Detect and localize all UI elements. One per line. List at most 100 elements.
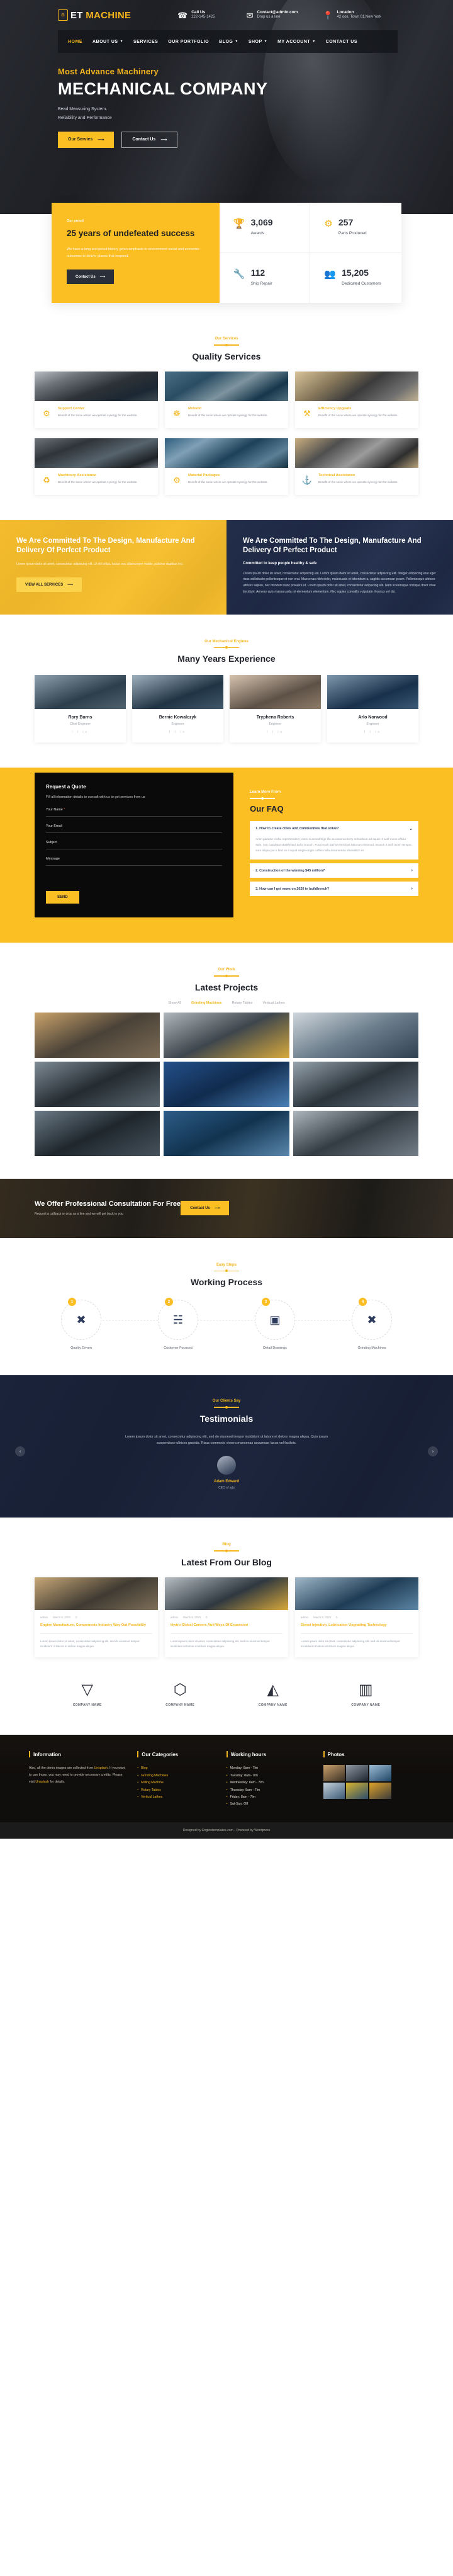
client-logo[interactable]: ▥ COMPANY NAME	[323, 1682, 410, 1708]
footer-photo[interactable]	[323, 1783, 345, 1800]
client-logo[interactable]: ◭ COMPANY NAME	[230, 1682, 316, 1708]
nav-item-our-portfolio[interactable]: OUR PORTFOLIO	[168, 40, 209, 44]
team-member-card[interactable]: Rory Burns Chief Engineer f t in	[35, 675, 126, 743]
your-name-input[interactable]	[46, 816, 223, 817]
blog-post-card[interactable]: admin March 8, 2020 0 Engine Manufacture…	[35, 1577, 158, 1658]
your-email-input[interactable]	[46, 832, 223, 834]
step-circle: 3 ▣	[255, 1298, 295, 1341]
project-item[interactable]	[293, 1110, 418, 1156]
faq-item[interactable]: 1. How to create cities and communities …	[250, 820, 418, 860]
send-button[interactable]: SEND	[46, 891, 79, 904]
project-item[interactable]	[293, 1012, 418, 1058]
view-all-services-button[interactable]: VIEW ALL SERVICES ⟶	[16, 577, 82, 593]
nav-item-services[interactable]: SERVICES	[133, 40, 158, 44]
project-tab-rotary-tables[interactable]: Rotary Tables	[232, 1001, 252, 1005]
contact-title: Call Us	[191, 10, 206, 15]
footer-photo[interactable]	[323, 1765, 345, 1782]
consult-contact-button[interactable]: Contact Us ⟶	[181, 1201, 230, 1216]
service-card[interactable]: ⚙ Support Center Benefit of the socie wh…	[35, 371, 158, 428]
bullet-icon: •	[137, 1773, 139, 1778]
arrow-right-icon: ⟶	[214, 1206, 220, 1211]
nav-item-about-us[interactable]: ABOUT US ▼	[92, 40, 123, 44]
service-text: Benefit of the socie where we operate sy…	[58, 413, 138, 417]
chevron-down-icon: ▼	[264, 40, 268, 43]
team-member-name: Bernie Kowalczyk	[159, 715, 197, 720]
section-kicker: Blog	[222, 1543, 231, 1547]
blog-heading: Blog Latest From Our Blog	[35, 1518, 418, 1567]
team-member-card[interactable]: Bernie Kowalczyk Engineer f t in	[132, 675, 223, 743]
client-logo[interactable]: ▽ COMPANY NAME	[44, 1682, 131, 1708]
list-item[interactable]: • Rotary Tables	[137, 1787, 215, 1794]
project-item[interactable]	[35, 1110, 160, 1156]
footer-photo[interactable]	[346, 1783, 368, 1800]
team-member-card[interactable]: Arlo Norwood Engineer f t in	[327, 675, 418, 743]
project-tab-show-all[interactable]: Show All	[168, 1001, 181, 1005]
commitment-text: Lorem ipsum dolor sit amet, consectetur …	[16, 562, 184, 566]
bullet-icon: •	[226, 1773, 228, 1778]
our-services-button[interactable]: Our Servies ⟶	[58, 131, 115, 148]
list-item[interactable]: • Blog	[137, 1765, 215, 1772]
team-member-photo	[327, 675, 418, 710]
faq-item[interactable]: 2. Construction of the winning $45 milli…	[250, 863, 418, 878]
hero-buttons: Our Servies ⟶ Contact Us ⟶	[58, 131, 453, 148]
page-root: ⚙ ET MACHINE ☎ Call Us 222-145-1425 ✉ Co…	[0, 0, 453, 1839]
nav-item-blog[interactable]: BLOG ▼	[219, 40, 238, 44]
social-icons[interactable]: f t in	[37, 730, 123, 734]
unsplash-link[interactable]: Unsplash	[94, 1766, 108, 1770]
site-logo[interactable]: ⚙ ET MACHINE	[58, 9, 154, 21]
project-item[interactable]	[164, 1061, 289, 1107]
footer-photo[interactable]	[369, 1765, 391, 1782]
project-item[interactable]	[164, 1012, 289, 1058]
header-contact-phone[interactable]: ☎ Call Us 222-145-1425	[177, 10, 215, 20]
blog-post-card[interactable]: admin March 8, 2020 0 Hydro Global Caree…	[165, 1577, 288, 1658]
nav-item-shop[interactable]: SHOP ▼	[249, 40, 267, 44]
services-row-1: ⚙ Support Center Benefit of the socie wh…	[35, 371, 418, 428]
team-member-card[interactable]: Tryphena Roberts Engineer f t in	[230, 675, 321, 743]
chevron-down-icon: ▼	[312, 40, 316, 43]
project-item[interactable]	[293, 1061, 418, 1107]
message-input[interactable]	[46, 865, 223, 866]
project-item[interactable]	[164, 1110, 289, 1156]
blog-post-card[interactable]: admin March 8, 2020 0 Diesel Injection, …	[295, 1577, 418, 1658]
brand-word-2: MACHINE	[86, 9, 131, 21]
list-item: • Friday: 8am - 7lm	[226, 1795, 255, 1800]
contact-us-button[interactable]: Contact Us ⟶	[121, 131, 178, 148]
nav-item-my-account[interactable]: MY ACCOUNT ▼	[277, 40, 316, 44]
project-item[interactable]	[35, 1061, 160, 1107]
service-card[interactable]: ⚙ Material Packages Benefit of the socie…	[165, 438, 288, 495]
field-label-your-name: Your Name *	[46, 808, 65, 812]
phone-icon: ☎	[177, 10, 188, 20]
team-member-name: Tryphena Roberts	[256, 715, 294, 720]
project-tab-grinding-machines[interactable]: Grinding Machines	[191, 1001, 222, 1005]
footer-photo[interactable]	[346, 1765, 368, 1782]
list-item[interactable]: • Milling Machine	[137, 1779, 215, 1786]
service-card[interactable]: ⚒ Efficiency Upgrade Benefit of the soci…	[295, 371, 418, 428]
list-item[interactable]: • Grinding Machines	[137, 1773, 215, 1779]
unsplash-link[interactable]: Unsplash	[35, 1780, 49, 1784]
social-icons[interactable]: f t in	[135, 730, 221, 734]
info-text-a: Also, all the demo images are collected …	[29, 1766, 94, 1771]
testimonial-prev-button[interactable]: ‹	[15, 1446, 25, 1457]
project-tab-vertical-lathes[interactable]: Vertical Lathes	[262, 1001, 284, 1005]
nav-item-contact-us[interactable]: CONTACT US	[326, 40, 357, 44]
footer-photo[interactable]	[369, 1783, 391, 1800]
header-contact-email[interactable]: ✉ Contact@admin.com Drop us a line	[247, 10, 298, 20]
blog-meta: admin March 8, 2020 0	[40, 1616, 152, 1619]
projects-grid	[35, 1012, 418, 1156]
social-icons[interactable]: f t in	[232, 730, 318, 734]
testimonial-next-button[interactable]: ›	[428, 1446, 438, 1457]
stats-contact-button[interactable]: Contact Us ⟶	[67, 270, 115, 285]
client-logo[interactable]: ⬡ COMPANY NAME	[137, 1682, 224, 1708]
nav-item-home[interactable]: HOME	[68, 40, 82, 44]
social-icons[interactable]: f t in	[330, 730, 416, 734]
list-item[interactable]: • Vertical Lathes	[137, 1794, 215, 1801]
service-card[interactable]: ☸ Rebuild Benefit of the socie where we …	[165, 371, 288, 428]
faq-item[interactable]: 3. How can I get news on 2020 in buildbe…	[250, 882, 418, 897]
project-item[interactable]	[35, 1012, 160, 1058]
client-name: COMPANY NAME	[72, 1703, 102, 1708]
blog-title: Diesel Injection, Lubrication Upgrading …	[301, 1623, 387, 1627]
header-contact-location[interactable]: 📍 Location 42 oos, Town 01,New York	[323, 10, 381, 20]
service-card[interactable]: ⚓ Technical Assistance Benefit of the so…	[295, 438, 418, 495]
bullet-icon: •	[137, 1781, 139, 1785]
service-card[interactable]: ♻ Machinery Assistance Benefit of the so…	[35, 438, 158, 495]
